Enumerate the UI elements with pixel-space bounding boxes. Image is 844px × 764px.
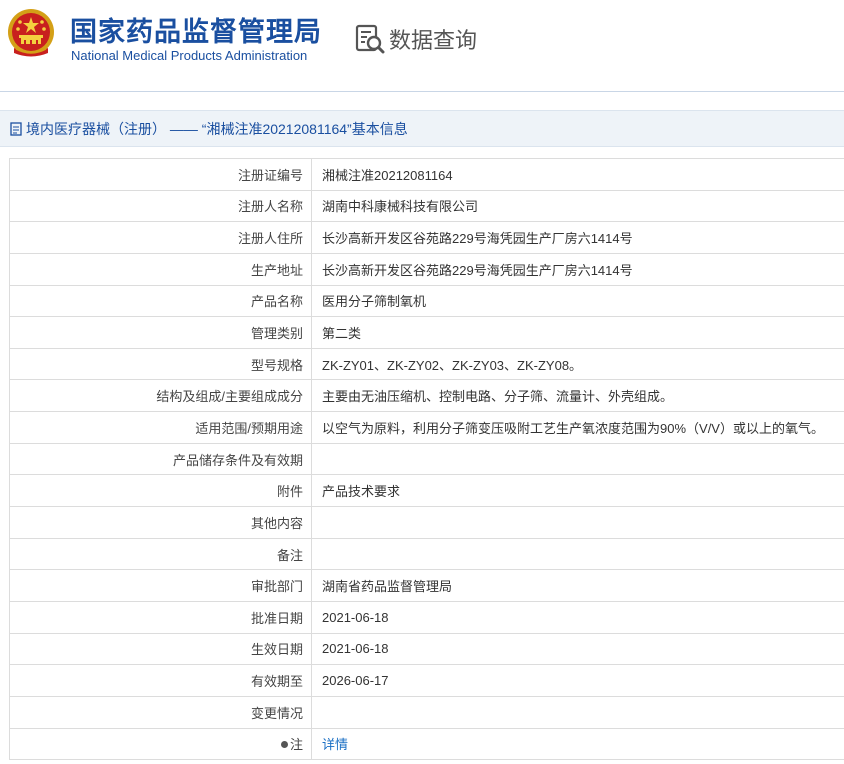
field-value: 长沙高新开发区谷苑路229号海凭园生产厂房六1414号	[311, 221, 844, 254]
field-value: 主要由无油压缩机、控制电路、分子筛、流量计、外壳组成。	[311, 379, 844, 413]
field-label: 型号规格	[9, 347, 312, 381]
field-value: 湖南省药品监督管理局	[311, 569, 844, 602]
field-label: 生效日期	[9, 632, 312, 666]
document-icon	[10, 121, 22, 136]
table-row: 附件 产品技术要求	[9, 474, 844, 508]
table-row: 批准日期 2021-06-18	[9, 600, 844, 634]
breadcrumb-text: 境内医疗器械（注册） —— “湘械注准20212081164”基本信息	[26, 120, 408, 137]
site-title-cn[interactable]: 国家药品监督管理局	[70, 10, 322, 49]
field-label: 适用范围/预期用途	[9, 411, 312, 444]
table-row: 变更情况	[9, 695, 844, 729]
field-value: ZK-ZY01、ZK-ZY02、ZK-ZY03、ZK-ZY08。	[311, 347, 844, 381]
table-row: 注册证编号 湘械注准20212081164	[9, 158, 844, 191]
details-link[interactable]: 详情	[311, 727, 844, 761]
table-row: 管理类别 第二类	[9, 316, 844, 349]
field-label: 产品储存条件及有效期	[9, 442, 312, 476]
field-label: 备注	[9, 537, 312, 571]
table-row: 产品储存条件及有效期	[9, 442, 844, 476]
field-value: 2026-06-17	[311, 664, 844, 697]
breadcrumb: 境内医疗器械（注册） —— “湘械注准20212081164”基本信息	[0, 110, 844, 147]
field-label: 生产地址	[9, 252, 312, 286]
field-label: 附件	[9, 474, 312, 508]
field-value: 湘械注准20212081164	[311, 158, 844, 191]
field-label: 有效期至	[9, 664, 312, 697]
field-label: 其他内容	[9, 506, 312, 539]
field-value: 2021-06-18	[311, 632, 844, 666]
note-icon	[280, 741, 288, 749]
field-label: 产品名称	[9, 284, 312, 318]
field-value	[311, 537, 844, 571]
field-label: 批准日期	[9, 600, 312, 634]
field-label: 审批部门	[9, 569, 312, 602]
field-value	[311, 506, 844, 539]
national-emblem-icon	[8, 9, 54, 57]
device-info-table: 注册证编号 湘械注准20212081164 注册人名称 湖南中科康械科技有限公司 注…	[9, 158, 844, 761]
data-query-link[interactable]: 数据查询	[354, 22, 477, 56]
table-row: 注册人名称 湖南中科康械科技有限公司	[9, 189, 844, 223]
table-row-note: 注 详情	[9, 727, 844, 761]
data-query-label: 数据查询	[389, 28, 478, 53]
table-row: 注册人住所 长沙高新开发区谷苑路229号海凭园生产厂房六1414号	[9, 221, 844, 254]
table-row: 有效期至 2026-06-17	[9, 664, 844, 697]
field-label: 管理类别	[9, 316, 312, 349]
site-header: 国家药品监督管理局 National Medical Products Admi…	[0, 0, 844, 92]
table-row: 审批部门 湖南省药品监督管理局	[9, 569, 844, 602]
field-label: 变更情况	[9, 695, 312, 729]
table-row: 生效日期 2021-06-18	[9, 632, 844, 666]
field-label: 注册人名称	[9, 189, 312, 223]
table-row: 结构及组成/主要组成成分 主要由无油压缩机、控制电路、分子筛、流量计、外壳组成。	[9, 379, 844, 413]
table-row: 适用范围/预期用途 以空气为原料，利用分子筛变压吸附工艺生产氧浓度范围为90%（V…	[9, 411, 844, 444]
field-label: 注册人住所	[9, 221, 312, 254]
field-label: 注册证编号	[9, 158, 312, 191]
field-value	[311, 442, 844, 476]
field-value: 长沙高新开发区谷苑路229号海凭园生产厂房六1414号	[311, 252, 844, 286]
field-value	[311, 695, 844, 729]
field-value: 2021-06-18	[311, 600, 844, 634]
table-row: 生产地址 长沙高新开发区谷苑路229号海凭园生产厂房六1414号	[9, 252, 844, 286]
table-row: 产品名称 医用分子筛制氧机	[9, 284, 844, 318]
field-value: 以空气为原料，利用分子筛变压吸附工艺生产氧浓度范围为90%（V/V）或以上的氧气…	[311, 411, 844, 444]
field-label-note: 注	[9, 727, 312, 761]
field-value: 湖南中科康械科技有限公司	[311, 189, 844, 223]
table-row: 型号规格 ZK-ZY01、ZK-ZY02、ZK-ZY03、ZK-ZY08。	[9, 347, 844, 381]
field-value: 医用分子筛制氧机	[311, 284, 844, 318]
header-divider	[0, 91, 844, 92]
note-label: 注	[289, 737, 303, 753]
site-title-en[interactable]: National Medical Products Administration	[71, 48, 307, 63]
field-value: 产品技术要求	[311, 474, 844, 508]
field-value: 第二类	[311, 316, 844, 349]
table-row: 备注	[9, 537, 844, 571]
document-search-icon	[355, 24, 385, 54]
table-row: 其他内容	[9, 506, 844, 539]
field-label: 结构及组成/主要组成成分	[9, 379, 312, 413]
